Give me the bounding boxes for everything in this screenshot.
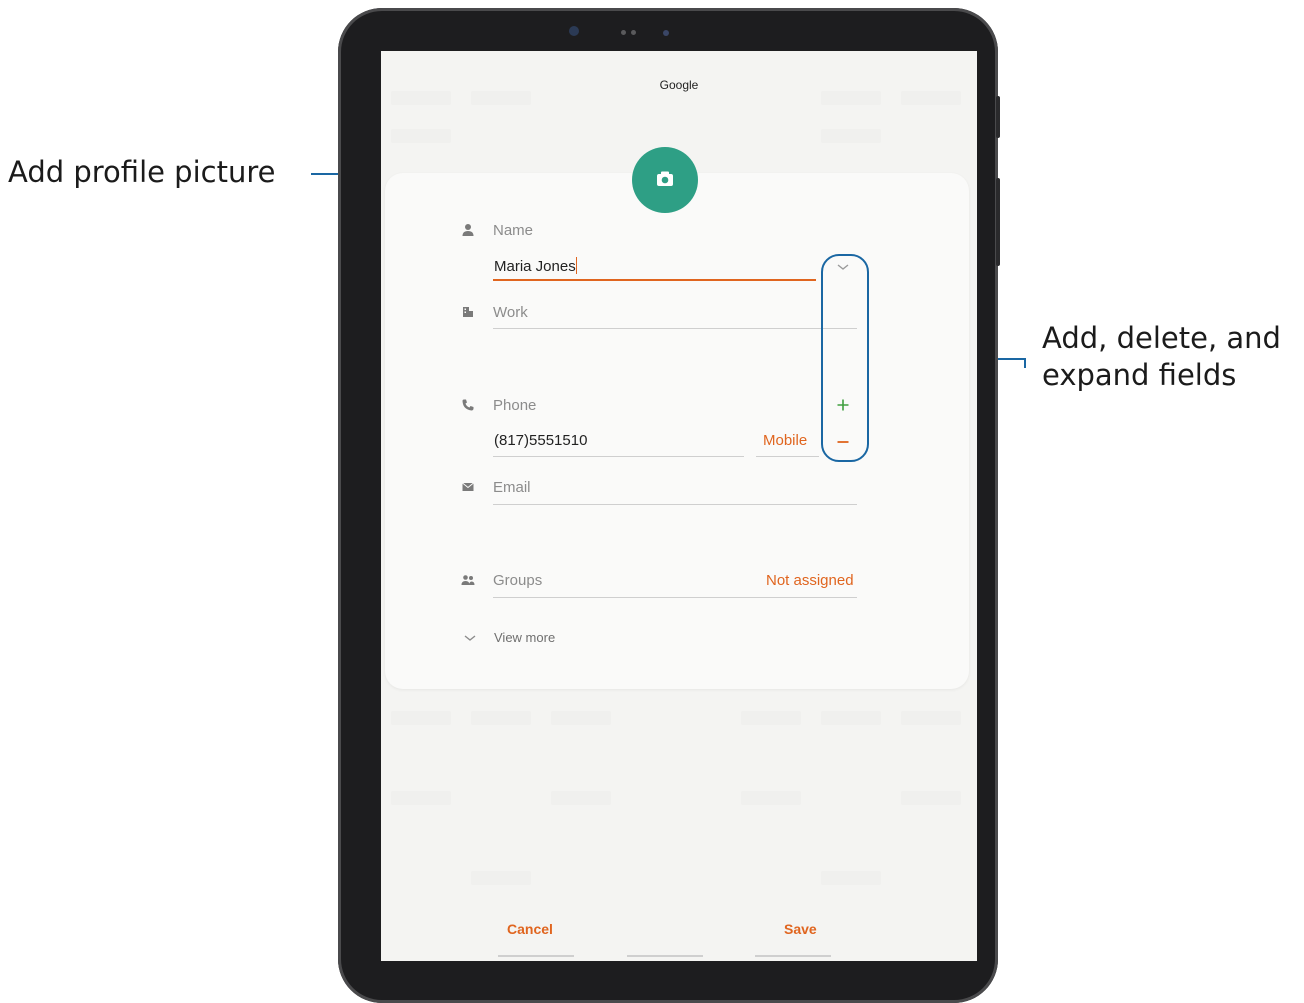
device-screen: Google Name Maria Jones Work Phone (817)…	[381, 51, 977, 961]
groups-label: Groups	[493, 572, 543, 589]
people-icon	[461, 575, 475, 585]
nav-bar-back[interactable]	[498, 955, 574, 957]
save-button[interactable]: Save	[784, 921, 817, 937]
sensor-dot	[621, 30, 626, 35]
callout-fields: Add, delete, and expand fields	[1042, 320, 1281, 394]
work-input[interactable]: Work	[493, 304, 528, 321]
callout-line-fields-tail	[1024, 358, 1026, 368]
callout-add-profile-picture: Add profile picture	[8, 155, 276, 189]
phone-label: Phone	[493, 397, 537, 414]
sensor-dot	[631, 30, 636, 35]
phone-underline	[493, 456, 744, 457]
phone-number-input[interactable]: (817)5551510	[494, 432, 587, 449]
side-button	[996, 178, 1000, 266]
sensor-dot	[663, 30, 669, 36]
front-camera	[569, 26, 579, 36]
view-more-label: View more	[494, 630, 556, 645]
work-underline	[493, 328, 857, 329]
side-button	[996, 96, 1000, 138]
nav-bar-home[interactable]	[627, 955, 703, 957]
name-input[interactable]: Maria Jones	[494, 257, 577, 275]
email-underline	[493, 504, 857, 505]
building-icon	[463, 307, 473, 317]
chevron-down-icon	[464, 635, 476, 641]
callout-highlight-bracket	[821, 254, 869, 462]
groups-select[interactable]: Not assigned	[766, 572, 854, 589]
phone-type-underline	[756, 456, 819, 457]
view-more-button[interactable]: View more	[461, 629, 581, 649]
contact-form-card	[385, 173, 969, 689]
callout-fields-line1: Add, delete, and	[1042, 321, 1281, 355]
nav-bar-recents[interactable]	[755, 955, 831, 957]
cancel-button[interactable]: Cancel	[507, 921, 553, 937]
name-value: Maria Jones	[494, 258, 576, 275]
name-underline	[493, 279, 816, 281]
text-cursor	[575, 257, 577, 274]
email-input[interactable]: Email	[493, 479, 531, 496]
add-profile-picture-button[interactable]	[632, 147, 698, 213]
camera-icon	[657, 171, 673, 186]
phone-type-select[interactable]: Mobile	[763, 432, 807, 449]
phone-icon	[462, 399, 474, 411]
mail-icon	[462, 482, 474, 491]
callout-fields-line2: expand fields	[1042, 358, 1237, 392]
groups-underline	[493, 597, 857, 598]
account-label: Google	[659, 78, 699, 92]
name-label: Name	[493, 222, 534, 239]
person-icon	[462, 224, 474, 236]
